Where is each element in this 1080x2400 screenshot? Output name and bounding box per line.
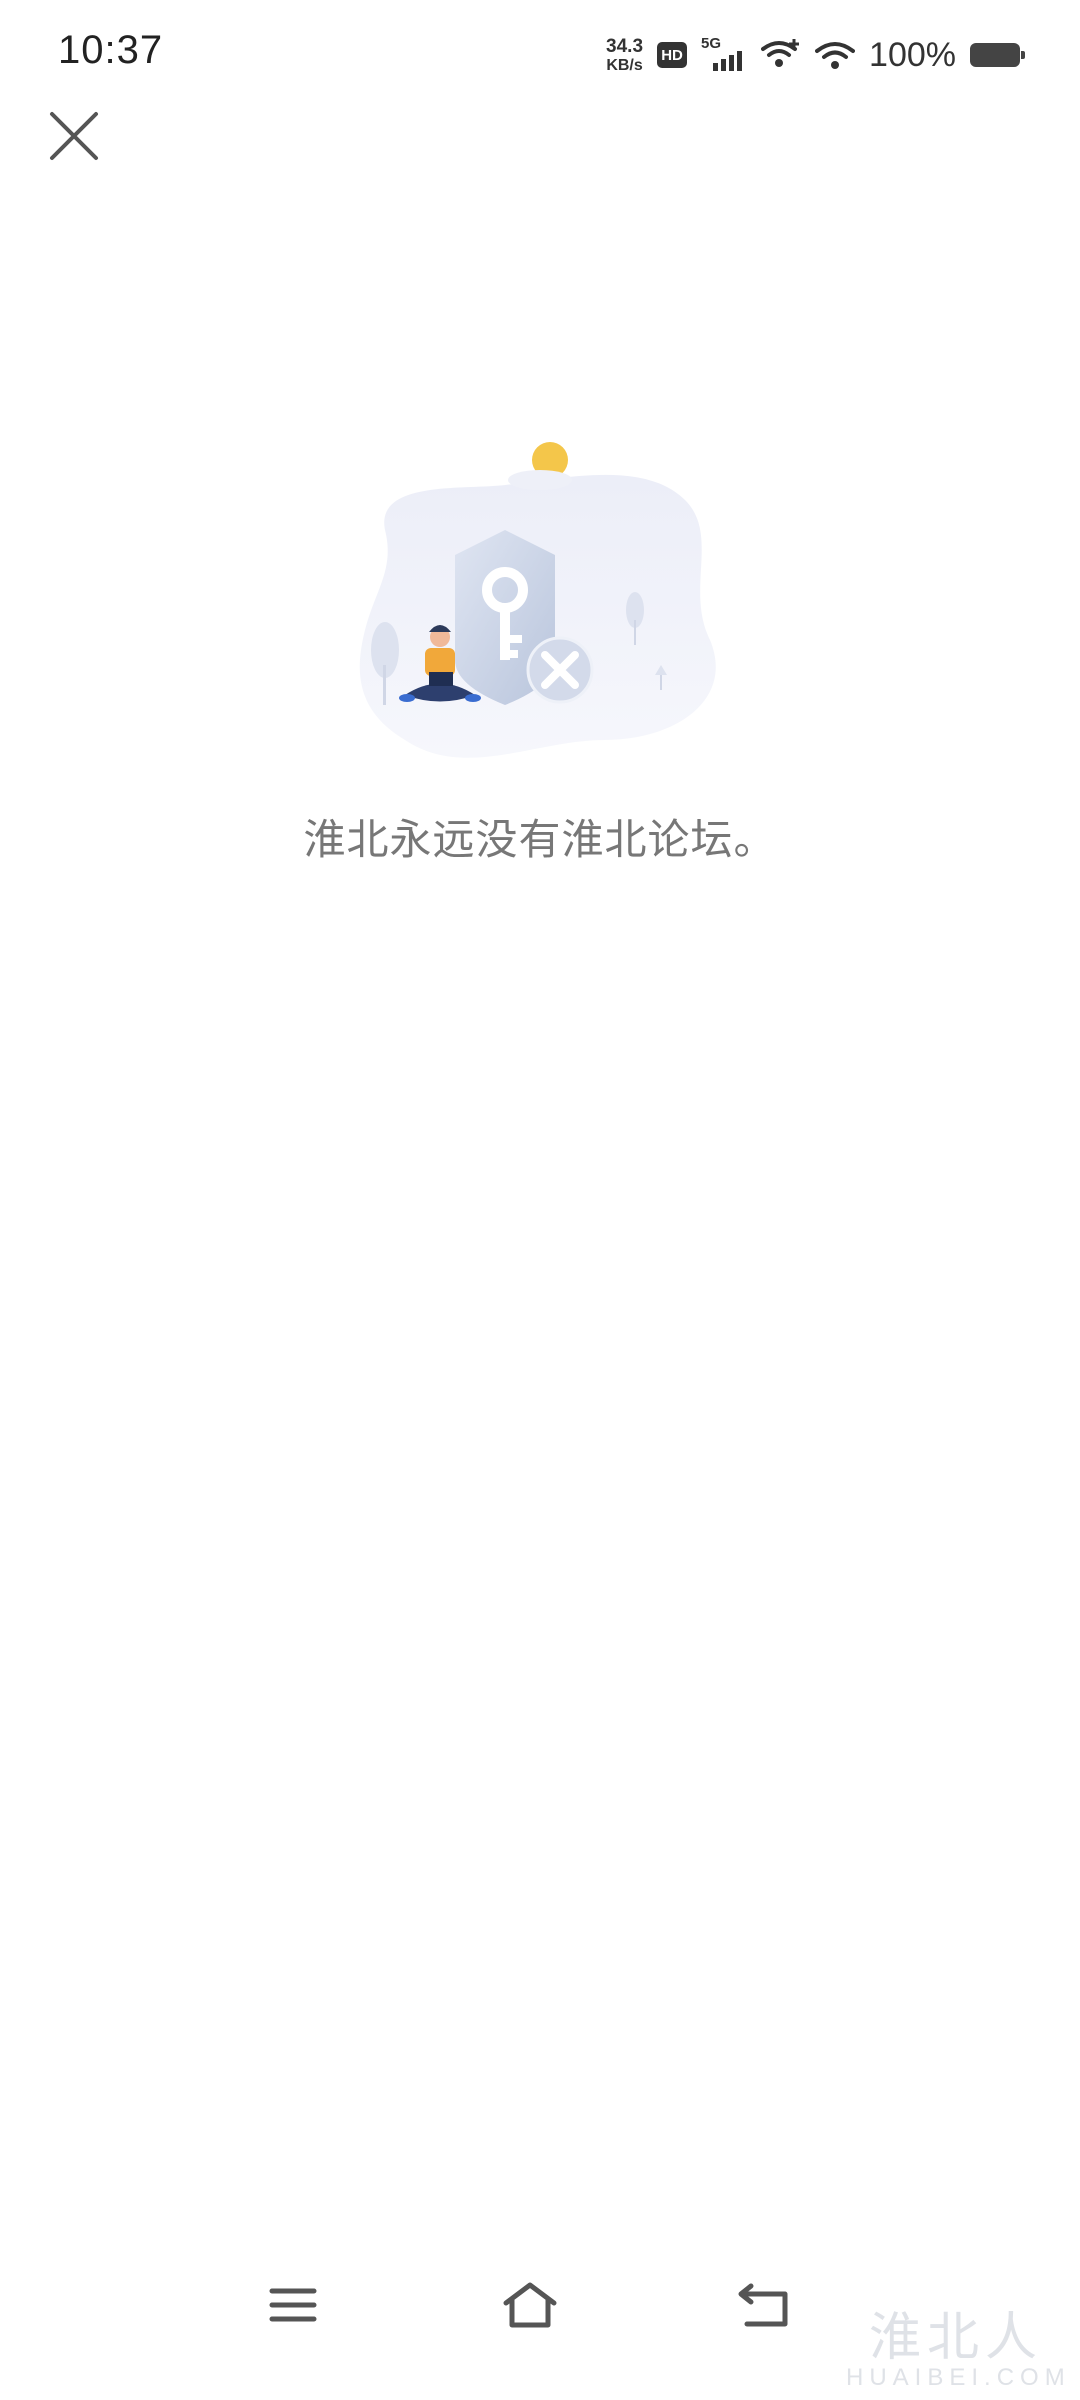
watermark-domain: HUAIBEI.COM	[846, 2364, 1071, 2391]
cellular-signal-icon: 5G	[701, 35, 747, 75]
battery-percent: 100%	[869, 35, 956, 74]
home-icon	[503, 2282, 557, 2328]
menu-icon	[269, 2288, 317, 2322]
close-button[interactable]	[44, 106, 104, 166]
wifi-icon	[815, 42, 856, 69]
back-button[interactable]	[720, 2260, 810, 2350]
status-bar: 10:37 34.3 KB/s HD 5G 100%	[0, 0, 1080, 110]
shield-key-blocked-illustration	[359, 442, 716, 758]
status-icons: 34.3 KB/s HD 5G 100%	[606, 30, 1025, 80]
watermark-logo: 淮北人 HUAIBEI.COM	[846, 2312, 1066, 2392]
status-time: 10:37	[58, 28, 164, 72]
home-button[interactable]	[485, 2260, 575, 2350]
empty-state-message: 淮北永远没有淮北论坛。	[303, 816, 777, 863]
wifi-plus-icon	[761, 39, 800, 67]
back-icon	[738, 2283, 788, 2327]
network-speed-unit: KB/s	[606, 56, 643, 74]
network-speed-value: 34.3	[606, 35, 644, 57]
battery-icon	[970, 43, 1025, 67]
close-icon	[50, 112, 98, 160]
hd-badge: HD	[657, 42, 688, 68]
network-type-label: 5G	[701, 35, 722, 52]
watermark-logo-text: 淮北人	[868, 2308, 1043, 2368]
network-speed: 34.3 KB/s	[606, 37, 643, 74]
menu-button[interactable]	[248, 2260, 338, 2350]
